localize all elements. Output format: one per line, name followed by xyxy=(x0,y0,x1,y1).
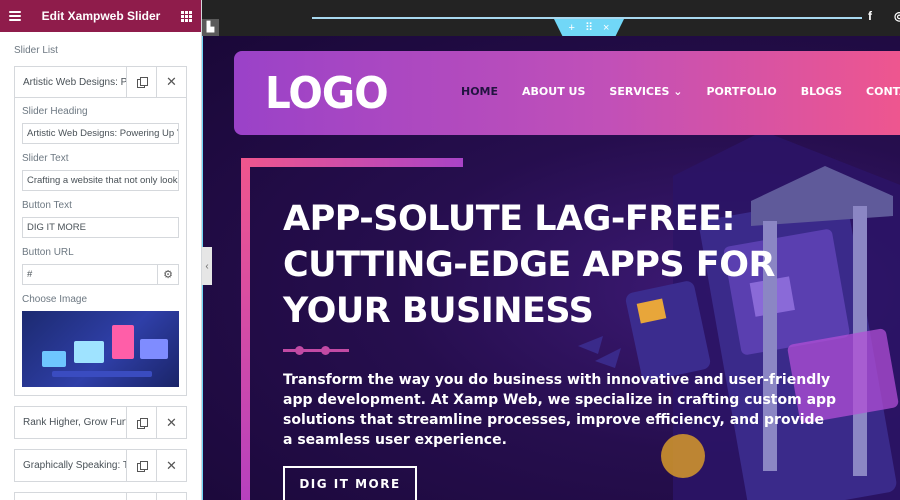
top-bar: f ◎ xyxy=(202,0,900,36)
heading-input[interactable]: Artistic Web Designs: Powering Up You xyxy=(22,123,179,144)
button-url-input[interactable]: # xyxy=(22,264,158,285)
hero-frame-top xyxy=(241,158,463,167)
facebook-icon[interactable]: f xyxy=(868,9,872,23)
widgets-grid-icon[interactable] xyxy=(180,10,192,22)
nav-about-us[interactable]: ABOUT US xyxy=(522,85,585,98)
hero-frame-left xyxy=(241,158,250,500)
duplicate-button[interactable] xyxy=(126,67,156,97)
choose-image-label: Choose Image xyxy=(22,294,88,305)
slider-list-label: Slider List xyxy=(14,45,58,56)
nav-services[interactable]: SERVICES ⌄ xyxy=(609,85,682,98)
hero-divider xyxy=(283,346,349,355)
drag-section-icon[interactable]: ⠿ xyxy=(585,21,593,34)
close-icon: ✕ xyxy=(166,414,177,430)
image-thumb-shape xyxy=(52,371,152,377)
copy-icon xyxy=(137,77,148,88)
slider-item-partial xyxy=(14,492,187,500)
slider-item-title[interactable] xyxy=(15,493,126,500)
slider-item-title[interactable]: Graphically Speaking: Tr... xyxy=(15,450,126,481)
slider-item-fields: Slider Heading Artistic Web Designs: Pow… xyxy=(15,98,186,395)
collapse-panel-toggle[interactable]: ‹ xyxy=(202,247,212,285)
nav-blogs[interactable]: BLOGS xyxy=(801,85,842,98)
site-logo[interactable]: LOGO xyxy=(265,68,389,119)
preview-canvas: f ◎ ▙ + ⠿ × LOGO HOME ABOUT US SERVICES … xyxy=(202,0,900,500)
main-nav: HOME ABOUT US SERVICES ⌄ PORTFOLIO BLOGS… xyxy=(461,85,900,98)
slider-item: Rank Higher, Grow Furt... ✕ xyxy=(14,406,187,439)
add-section-icon[interactable]: + xyxy=(569,22,575,34)
nav-contact-us[interactable]: CONTACT US xyxy=(866,85,900,98)
divider-dot xyxy=(321,346,330,355)
nav-portfolio[interactable]: PORTFOLIO xyxy=(706,85,776,98)
slider-item: Artistic Web Designs: P... ✕ Slider Head… xyxy=(14,66,187,396)
hero-heading: APP-SOLUTE LAG-FREE: CUTTING-EDGE APPS F… xyxy=(283,199,775,331)
hero-section: LOGO HOME ABOUT US SERVICES ⌄ PORTFOLIO … xyxy=(202,36,900,500)
divider-dot xyxy=(295,346,304,355)
text-input[interactable]: Crafting a website that not only looks g xyxy=(22,170,179,191)
close-icon: ✕ xyxy=(166,457,177,473)
slider-item-header xyxy=(15,493,186,500)
remove-button[interactable]: ✕ xyxy=(156,450,186,481)
slider-item-title[interactable]: Artistic Web Designs: P... xyxy=(15,67,126,97)
slider-item-header: Graphically Speaking: Tr... ✕ xyxy=(15,450,186,481)
delete-section-icon[interactable]: × xyxy=(603,22,609,34)
instagram-icon[interactable]: ◎ xyxy=(894,9,900,23)
image-thumb-shape xyxy=(140,339,168,359)
remove-button[interactable]: ✕ xyxy=(156,67,186,97)
button-text-label: Button Text xyxy=(22,200,72,211)
top-section-outline xyxy=(312,17,862,19)
text-label: Slider Text xyxy=(22,153,69,164)
copy-icon xyxy=(137,460,148,472)
slider-item-header: Rank Higher, Grow Furt... ✕ xyxy=(15,407,186,438)
slider-item-header: Artistic Web Designs: P... ✕ xyxy=(15,67,186,98)
image-thumb-shape xyxy=(112,325,134,359)
menu-icon[interactable] xyxy=(9,11,21,21)
slider-item: Graphically Speaking: Tr... ✕ xyxy=(14,449,187,482)
image-thumb-shape xyxy=(74,341,104,363)
duplicate-button[interactable] xyxy=(126,450,156,481)
duplicate-button[interactable] xyxy=(126,407,156,438)
panel-header: Edit Xampweb Slider xyxy=(0,0,201,32)
hero-text: Transform the way you do business with i… xyxy=(283,372,837,448)
copy-icon xyxy=(137,417,148,429)
remove-button[interactable]: ✕ xyxy=(156,407,186,438)
panel-title: Edit Xampweb Slider xyxy=(41,9,161,23)
panel-body: Slider List Artistic Web Designs: P... ✕… xyxy=(0,32,201,500)
duplicate-button[interactable] xyxy=(126,493,156,500)
editor-panel: Edit Xampweb Slider Slider List Artistic… xyxy=(0,0,202,500)
link-options-gear-icon[interactable]: ⚙ xyxy=(158,264,179,285)
button-url-row: # ⚙ xyxy=(22,264,179,285)
image-thumb-shape xyxy=(42,351,66,367)
slider-item-title[interactable]: Rank Higher, Grow Furt... xyxy=(15,407,126,438)
section-corner-handle[interactable]: ▙ xyxy=(202,19,219,36)
remove-button[interactable] xyxy=(156,493,186,500)
heading-label: Slider Heading xyxy=(22,106,88,117)
close-icon: ✕ xyxy=(166,74,177,89)
site-navbar: LOGO HOME ABOUT US SERVICES ⌄ PORTFOLIO … xyxy=(234,51,900,135)
section-handle: + ⠿ × xyxy=(554,19,624,36)
dig-it-more-button[interactable]: DIG IT MORE xyxy=(283,466,417,500)
image-preview[interactable] xyxy=(22,311,179,387)
button-url-label: Button URL xyxy=(22,247,74,258)
button-text-input[interactable]: DIG IT MORE xyxy=(22,217,179,238)
nav-home[interactable]: HOME xyxy=(461,85,498,98)
